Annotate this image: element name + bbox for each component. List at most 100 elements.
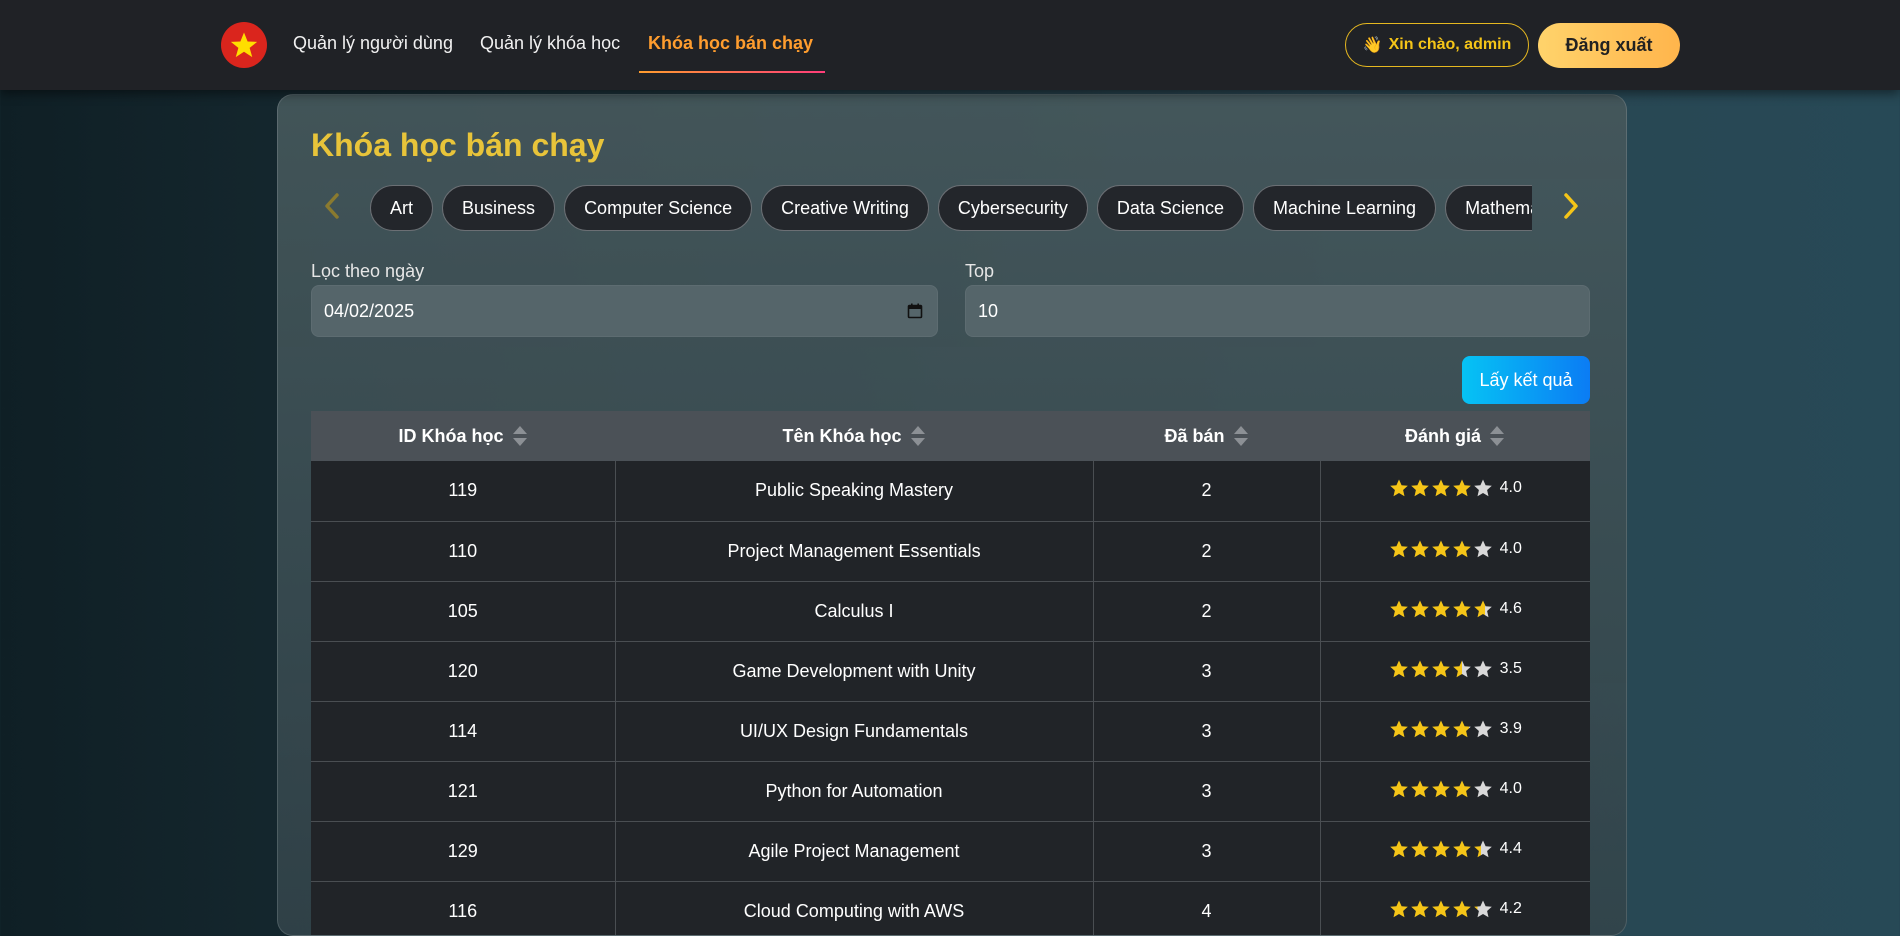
category-chip-mathematics[interactable]: Mathematics	[1445, 185, 1532, 231]
star-icon	[1410, 540, 1429, 557]
star-icon	[1389, 600, 1408, 617]
cell-sold: 3	[1093, 821, 1321, 882]
star-icon	[1410, 840, 1429, 857]
page-title: Khóa học bán chạy	[311, 127, 605, 163]
table-row[interactable]: 105 Calculus I 2 4.6	[311, 581, 1590, 642]
nav-link-bestselling-courses[interactable]: Khóa học bán chạy	[648, 33, 813, 54]
star-icon	[1473, 720, 1492, 737]
cell-sold: 3	[1093, 701, 1321, 762]
table-row[interactable]: 119 Public Speaking Mastery 2 4.0	[311, 461, 1590, 522]
bestseller-table: ID Khóa học Tên Khóa học Đã bán Đánh giá…	[311, 411, 1590, 935]
cell-course-name: Calculus I	[615, 581, 1094, 642]
star-rating: 3.5	[1389, 659, 1522, 679]
table-row[interactable]: 110 Project Management Essentials 2 4.0	[311, 521, 1590, 582]
cell-sold: 2	[1093, 461, 1321, 522]
cell-course-name: UI/UX Design Fundamentals	[615, 701, 1094, 762]
table-row[interactable]: 120 Game Development with Unity 3 3.5	[311, 641, 1590, 702]
star-rating: 3.9	[1389, 719, 1522, 739]
top-navbar: Quản lý người dùng Quản lý khóa học Khóa…	[0, 0, 1900, 90]
sort-icon[interactable]	[1233, 424, 1249, 448]
star-rating: 4.4	[1389, 839, 1522, 859]
table-row[interactable]: 116 Cloud Computing with AWS 4 4.2	[311, 881, 1590, 935]
star-icon	[1410, 600, 1429, 617]
star-icon	[1452, 840, 1471, 857]
carousel-next-button[interactable]	[1556, 191, 1586, 221]
cell-course-id: 114	[311, 701, 616, 762]
star-icon	[1431, 479, 1450, 497]
carousel-prev-button[interactable]	[317, 191, 347, 221]
header-rating[interactable]: Đánh giá	[1320, 411, 1590, 461]
category-chip-cybersecurity[interactable]: Cybersecurity	[937, 185, 1088, 231]
rating-value: 4.0	[1499, 539, 1522, 557]
header-course-name[interactable]: Tên Khóa học	[615, 411, 1093, 461]
star-icon	[1431, 720, 1450, 737]
star-icon	[1389, 660, 1408, 677]
star-icon	[1473, 600, 1492, 617]
top-filter-label: Top	[965, 261, 995, 281]
category-chip-art[interactable]: Art	[370, 185, 434, 231]
table-row[interactable]: 121 Python for Automation 3 4.0	[311, 761, 1590, 822]
star-icon	[1473, 479, 1492, 497]
cell-rating: 4.0	[1320, 521, 1590, 582]
sort-icon[interactable]	[512, 424, 528, 448]
top-filter-input[interactable]: 10	[965, 285, 1590, 337]
star-icon	[1431, 840, 1450, 857]
star-icon	[1452, 900, 1471, 917]
sort-icon[interactable]	[910, 424, 926, 448]
logout-button[interactable]: Đăng xuất	[1538, 23, 1680, 68]
sort-icon[interactable]	[1489, 424, 1505, 448]
cell-rating: 4.0	[1320, 461, 1590, 522]
category-chip-data-science[interactable]: Data Science	[1096, 185, 1244, 231]
star-icon	[1389, 840, 1408, 857]
cell-sold: 4	[1093, 881, 1321, 935]
cell-course-id: 110	[311, 521, 616, 582]
star-icon	[1410, 720, 1429, 737]
cell-course-id: 119	[311, 461, 616, 522]
category-chip-creative-writing[interactable]: Creative Writing	[761, 185, 929, 231]
main-card: Khóa học bán chạy Art Business Computer Sc…	[277, 94, 1627, 936]
cell-course-name: Project Management Essentials	[615, 521, 1094, 582]
table-row[interactable]: 129 Agile Project Management 3 4.4	[311, 821, 1590, 882]
nav-link-course-management[interactable]: Quản lý khóa học	[480, 33, 620, 54]
star-icon	[1410, 780, 1429, 797]
get-results-button[interactable]: Lấy kết quả	[1462, 356, 1590, 404]
date-filter-input[interactable]: 04/02/2025	[311, 285, 938, 337]
greeting-badge[interactable]: 👋 Xin chào, admin	[1345, 23, 1529, 67]
rating-value: 4.0	[1499, 779, 1522, 797]
calendar-icon[interactable]	[907, 303, 923, 319]
star-icon	[1389, 900, 1408, 917]
chevron-right-icon	[1564, 193, 1578, 219]
category-chip-machine-learning[interactable]: Machine Learning	[1252, 185, 1437, 231]
star-rating: 4.2	[1389, 899, 1522, 919]
table-row[interactable]: 114 UI/UX Design Fundamentals 3 3.9	[311, 701, 1590, 762]
cell-course-id: 129	[311, 821, 616, 882]
cell-rating: 3.5	[1320, 641, 1590, 702]
star-rating: 4.6	[1389, 599, 1522, 619]
star-icon	[1431, 540, 1450, 557]
cell-rating: 4.6	[1320, 581, 1590, 642]
cell-sold: 2	[1093, 521, 1321, 582]
rating-value: 4.2	[1499, 899, 1522, 917]
cell-course-id: 105	[311, 581, 616, 642]
cell-sold: 3	[1093, 641, 1321, 702]
star-icon	[1452, 720, 1471, 737]
cell-course-id: 120	[311, 641, 616, 702]
date-filter-value: 04/02/2025	[324, 300, 415, 321]
star-icon	[1389, 479, 1408, 497]
category-chip-business[interactable]: Business	[442, 185, 556, 231]
header-sold[interactable]: Đã bán	[1093, 411, 1320, 461]
star-icon	[1431, 900, 1450, 917]
cell-sold: 3	[1093, 761, 1321, 822]
cell-course-id: 116	[311, 881, 616, 935]
cell-rating: 4.4	[1320, 821, 1590, 882]
star-icon	[1473, 780, 1492, 797]
star-icon	[1452, 540, 1471, 557]
nav-link-user-management[interactable]: Quản lý người dùng	[293, 33, 453, 54]
active-tab-indicator	[639, 71, 825, 73]
star-icon	[1389, 720, 1408, 737]
logo-star-icon[interactable]	[221, 22, 267, 68]
category-chip-computer-science[interactable]: Computer Science	[564, 185, 753, 231]
waving-hand-icon: 👋	[1362, 37, 1383, 54]
star-rating: 4.0	[1389, 478, 1522, 498]
header-course-id[interactable]: ID Khóa học	[311, 411, 615, 461]
